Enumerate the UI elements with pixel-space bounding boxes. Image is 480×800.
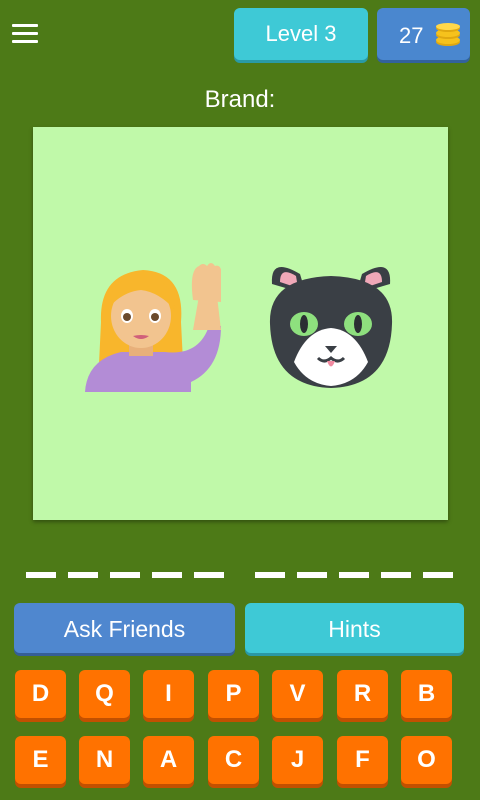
- answer-slots: [0, 572, 480, 582]
- letter-key[interactable]: J: [272, 736, 323, 784]
- answer-slot: [423, 572, 453, 578]
- answer-slot: [110, 572, 140, 578]
- letter-key[interactable]: O: [401, 736, 452, 784]
- letter-key[interactable]: Q: [79, 670, 130, 718]
- ask-friends-button[interactable]: Ask Friends: [14, 603, 235, 653]
- puzzle-card: [33, 127, 448, 520]
- prompt-label: Brand:: [204, 86, 276, 113]
- letter-key[interactable]: P: [208, 670, 259, 718]
- answer-slot: [381, 572, 411, 578]
- letter-key[interactable]: N: [79, 736, 130, 784]
- coin-count: 27: [399, 23, 424, 48]
- level-badge: Level 3: [234, 8, 368, 60]
- menu-icon[interactable]: [12, 22, 40, 46]
- coins-icon: [436, 23, 460, 46]
- letter-key[interactable]: V: [272, 670, 323, 718]
- letter-key[interactable]: R: [337, 670, 388, 718]
- letter-key[interactable]: F: [337, 736, 388, 784]
- answer-slot: [26, 572, 56, 578]
- answer-slot: [68, 572, 98, 578]
- answer-slot: [339, 572, 369, 578]
- letter-key[interactable]: E: [15, 736, 66, 784]
- answer-slot: [152, 572, 182, 578]
- letter-key[interactable]: I: [143, 670, 194, 718]
- letter-key[interactable]: D: [15, 670, 66, 718]
- person-raising-hand-icon: [85, 263, 221, 392]
- cat-face-icon: [269, 266, 393, 388]
- hints-button[interactable]: Hints: [245, 603, 464, 653]
- letter-key[interactable]: C: [208, 736, 259, 784]
- letter-key[interactable]: A: [143, 736, 194, 784]
- level-label: Level 3: [265, 21, 337, 46]
- answer-slot: [297, 572, 327, 578]
- answer-slot: [194, 572, 224, 578]
- coins-badge[interactable]: 27: [377, 8, 470, 60]
- answer-slot: [255, 572, 285, 578]
- letter-key[interactable]: B: [401, 670, 452, 718]
